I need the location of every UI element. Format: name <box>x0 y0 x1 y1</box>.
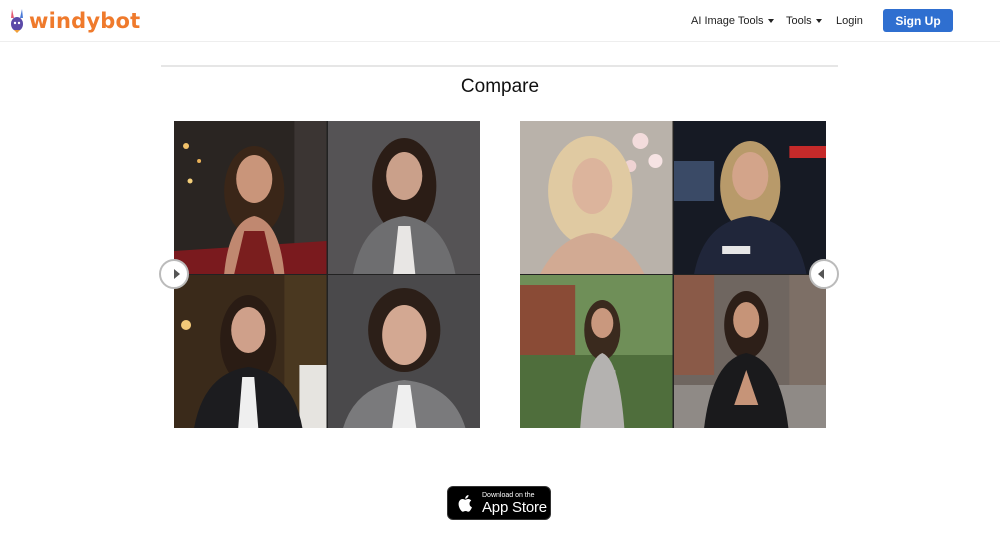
nav-login[interactable]: Login <box>836 0 863 42</box>
app-store-small-text: Download on the <box>482 491 535 499</box>
portrait-image <box>673 121 826 274</box>
portrait-image <box>174 121 327 274</box>
caret-down-icon <box>767 19 774 23</box>
page-title: Compare <box>460 76 540 97</box>
portrait-image <box>327 275 480 428</box>
brand-logo[interactable]: windybot <box>7 7 140 35</box>
apple-icon <box>458 495 472 512</box>
top-navbar: windybot AI Image Tools Tools Login Sign… <box>0 0 1000 42</box>
signup-button[interactable]: Sign Up <box>883 9 953 32</box>
rabbit-logo-icon <box>11 9 23 33</box>
section-divider <box>161 65 838 67</box>
app-store-badge[interactable]: Download on the App Store <box>447 486 551 520</box>
portrait-image <box>520 121 673 274</box>
nav-tools[interactable]: Tools <box>786 0 822 42</box>
compare-slider-handle-right[interactable] <box>809 259 839 289</box>
app-store-big-text: App Store <box>482 498 547 516</box>
app-store-text: Download on the App Store <box>482 492 547 515</box>
nav-login-label[interactable]: Login <box>836 15 863 27</box>
arrow-right-icon <box>174 269 180 279</box>
portrait-image <box>174 275 327 428</box>
compare-panel-right[interactable] <box>520 121 826 428</box>
portrait-image <box>520 275 673 428</box>
nav-ai-image-tools[interactable]: AI Image Tools <box>691 0 774 42</box>
caret-down-icon <box>815 19 822 23</box>
compare-panel-left[interactable] <box>174 121 480 428</box>
nav-tools-label: Tools <box>786 15 812 27</box>
compare-slider-handle-left[interactable] <box>159 259 189 289</box>
image-grid <box>520 121 826 428</box>
image-grid <box>174 121 480 428</box>
portrait-image <box>327 121 480 274</box>
portrait-image <box>673 275 826 428</box>
arrow-left-icon <box>818 269 824 279</box>
nav-ai-image-tools-label: AI Image Tools <box>691 15 764 27</box>
brand-name: windybot <box>29 9 141 33</box>
